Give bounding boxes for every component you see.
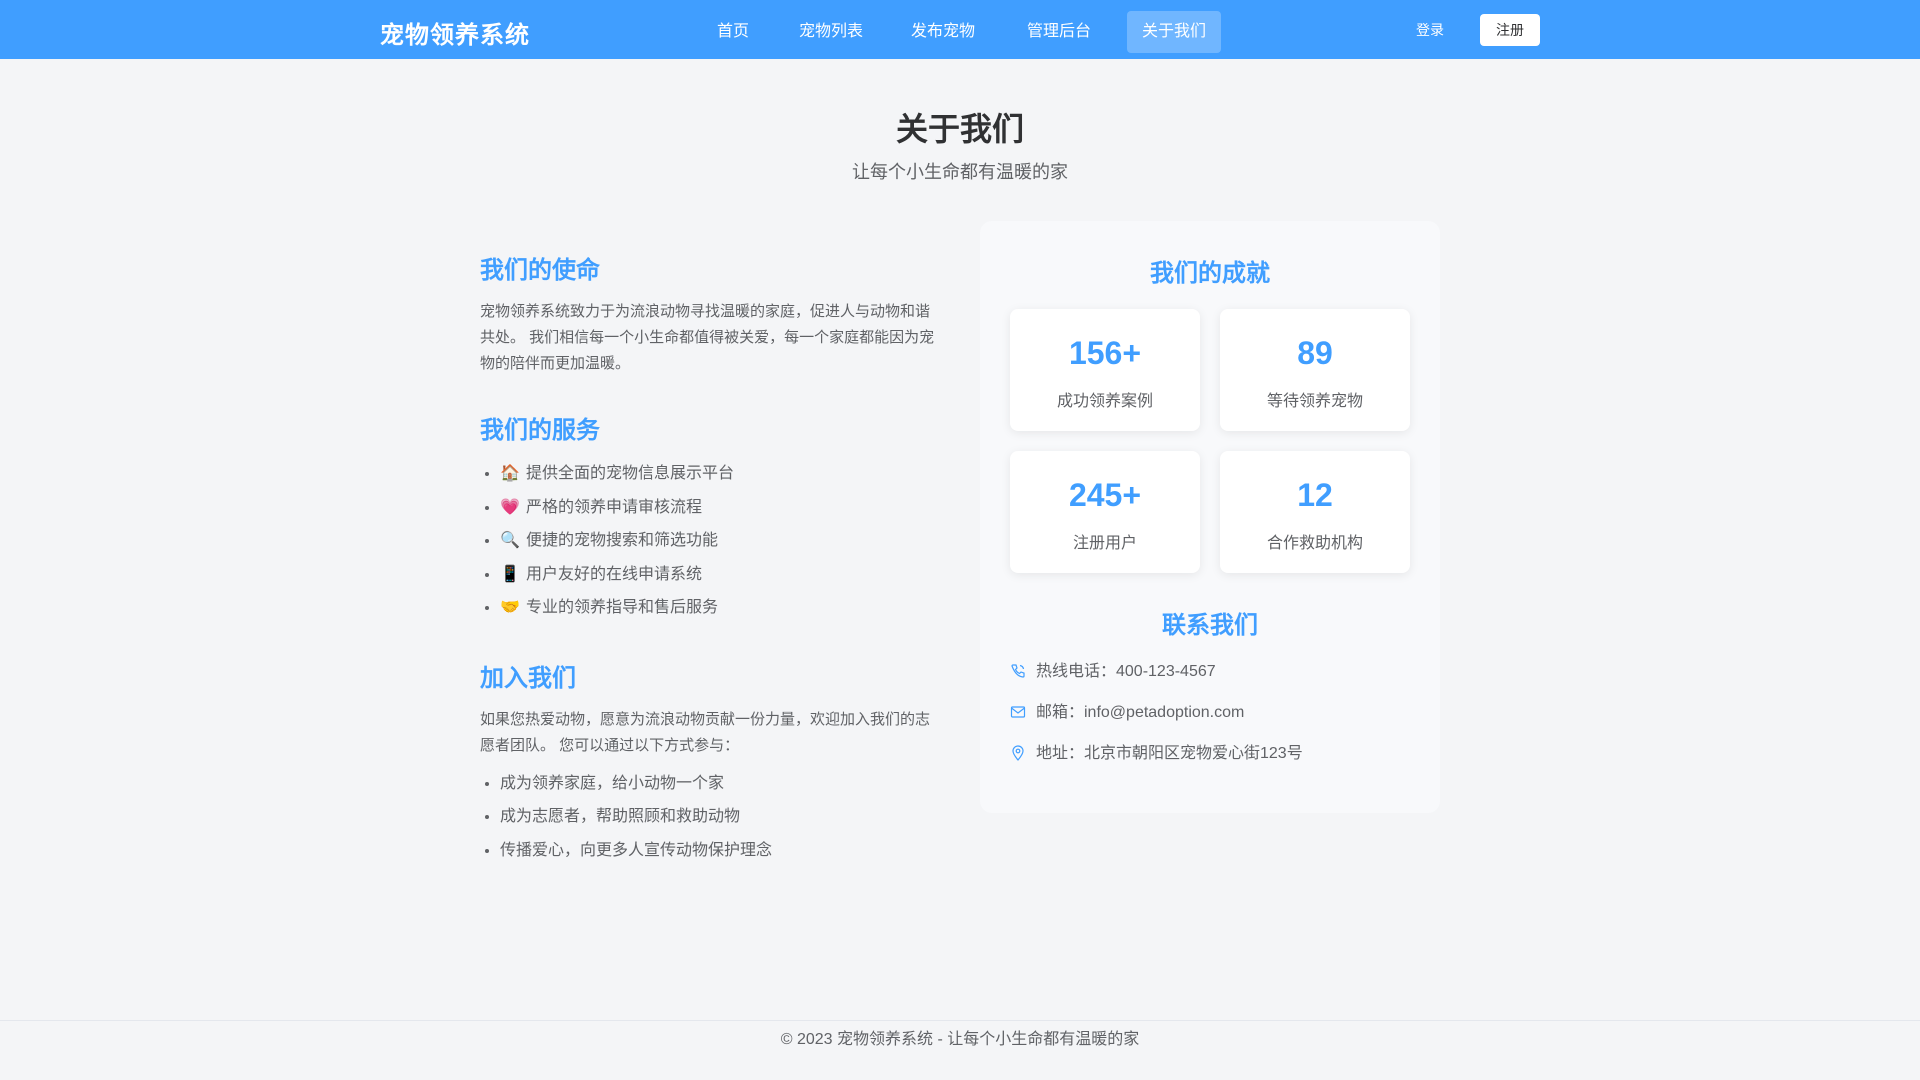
nav-admin[interactable]: 管理后台 — [1012, 11, 1106, 53]
stat-value: 89 — [1297, 335, 1333, 371]
stat-label: 等待领养宠物 — [1266, 393, 1363, 410]
stat-card: 12 合作救助机构 — [1220, 451, 1410, 573]
login-button[interactable]: 登录 — [1395, 14, 1465, 46]
contact-phone: 热线电话：400-123-4567 — [1010, 660, 1216, 684]
list-item: 成为领养家庭，给小动物一个家 — [500, 767, 940, 801]
brand-logo-text[interactable]: 宠物领养系统 — [380, 15, 530, 50]
services-list: 🏠提供全面的宠物信息展示平台 💗严格的领养申请审核流程 🔍便捷的宠物搜索和筛选功… — [480, 456, 940, 624]
services-title: 我们的服务 — [480, 417, 600, 444]
stat-value: 12 — [1297, 477, 1333, 513]
location-pin-icon — [1012, 745, 1024, 761]
stat-label: 合作救助机构 — [1266, 535, 1363, 552]
list-item: 📱用户友好的在线申请系统 — [500, 557, 940, 591]
register-button[interactable]: 注册 — [1480, 14, 1540, 46]
house-icon: 🏠 — [500, 463, 520, 482]
phone-icon — [1011, 664, 1025, 678]
top-navbar: 宠物领养系统 首页 宠物列表 发布宠物 管理后台 关于我们 登录 注册 — [0, 0, 1920, 59]
magnifier-icon: 🔍 — [500, 530, 520, 549]
list-item: 成为志愿者，帮助照顾和救助动物 — [500, 800, 940, 834]
nav-pet-list[interactable]: 宠物列表 — [786, 11, 876, 53]
join-text: 如果您热爱动物，愿意为流浪动物贡献一份力量，欢迎加入我们的志愿者团队。 您可以通… — [480, 710, 931, 754]
mobile-phone-icon: 📱 — [500, 563, 520, 583]
handshake-icon: 🤝 — [500, 597, 520, 616]
mission-text: 宠物领养系统致力于为流浪动物寻找温暖的家庭，促进人与动物和谐共处。 我们相信每一… — [480, 303, 935, 372]
about-left-column: 我们的使命 宠物领养系统致力于为流浪动物寻找温暖的家庭，促进人与动物和谐共处。 … — [480, 250, 940, 867]
list-item: 🤝专业的领养指导和售后服务 — [500, 590, 940, 624]
stat-card: 245+ 注册用户 — [1010, 451, 1200, 573]
heart-icon: 💗 — [500, 496, 520, 516]
list-item: 💗严格的领养申请审核流程 — [500, 490, 940, 524]
contact-title: 联系我们 — [1162, 612, 1258, 639]
contact-email: 邮箱：info@petadoption.com — [1010, 701, 1244, 725]
join-list: 成为领养家庭，给小动物一个家 成为志愿者，帮助照顾和救助动物 传播爱心，向更多人… — [480, 767, 940, 868]
mission-title: 我们的使命 — [480, 257, 600, 284]
nav-home[interactable]: 首页 — [702, 11, 764, 53]
page-title: 关于我们 — [895, 111, 1024, 147]
page-subtitle: 让每个小生命都有温暖的家 — [852, 162, 1068, 182]
mail-icon — [1010, 706, 1026, 718]
stat-value: 245+ — [1068, 477, 1142, 513]
achievements-card: 我们的成就 156+ 成功领养案例 89 等待领养宠物 245+ 注册用户 12… — [980, 221, 1440, 813]
contact-address: 地址：北京市朝阳区宠物爱心街123号 — [1010, 742, 1303, 766]
footer-copyright: © 2023 宠物领养系统 - 让每个小生命都有温暖的家 — [780, 1031, 1140, 1048]
list-item: 🏠提供全面的宠物信息展示平台 — [500, 456, 940, 490]
list-item: 🔍便捷的宠物搜索和筛选功能 — [500, 523, 940, 557]
footer: © 2023 宠物领养系统 - 让每个小生命都有温暖的家 — [0, 1020, 1920, 1080]
nav-publish-pet[interactable]: 发布宠物 — [898, 11, 988, 53]
stat-value: 156+ — [1068, 335, 1142, 371]
stat-card: 156+ 成功领养案例 — [1010, 309, 1200, 431]
list-item: 传播爱心，向更多人宣传动物保护理念 — [500, 834, 940, 868]
nav-about-us[interactable]: 关于我们 — [1127, 11, 1221, 53]
stat-card: 89 等待领养宠物 — [1220, 309, 1410, 431]
achievements-title: 我们的成就 — [1150, 260, 1270, 287]
stat-label: 成功领养案例 — [1056, 393, 1153, 410]
stat-label: 注册用户 — [1072, 535, 1137, 552]
join-title: 加入我们 — [480, 664, 576, 692]
